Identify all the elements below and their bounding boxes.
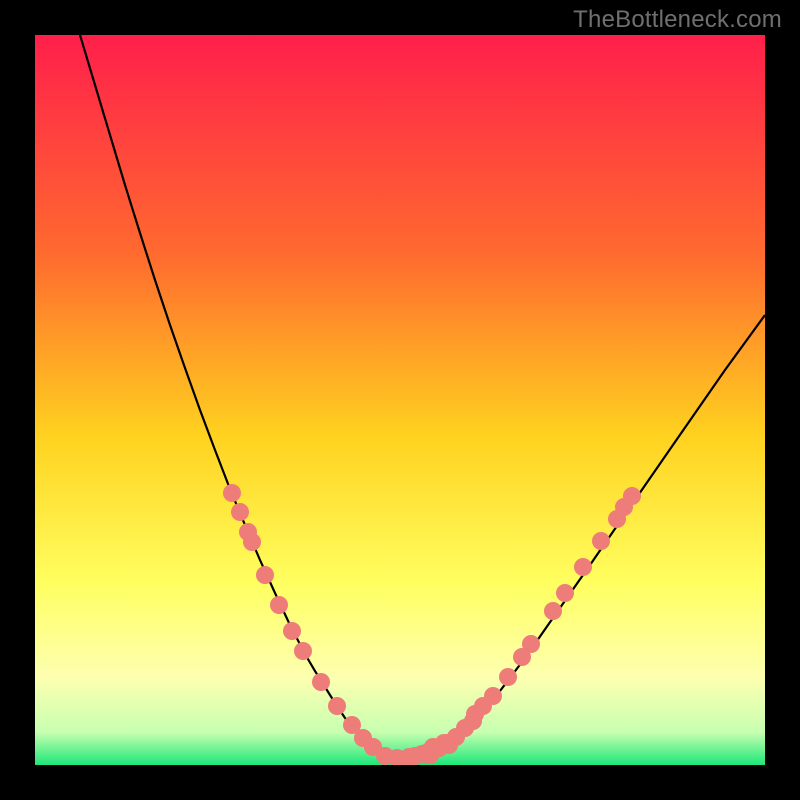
curve-marker [574, 558, 592, 576]
curve-marker [328, 697, 346, 715]
curve-marker [435, 734, 453, 752]
chart-svg [35, 35, 765, 765]
curve-marker [270, 596, 288, 614]
curve-marker [592, 532, 610, 550]
curve-marker [499, 668, 517, 686]
curve-marker [556, 584, 574, 602]
curve-marker [522, 635, 540, 653]
chart-frame: TheBottleneck.com [0, 0, 800, 800]
curve-marker [312, 673, 330, 691]
curve-marker [223, 484, 241, 502]
curve-marker [231, 503, 249, 521]
curve-marker [413, 745, 431, 763]
curve-marker [243, 533, 261, 551]
curve-marker [283, 622, 301, 640]
curve-marker [623, 487, 641, 505]
curve-marker [294, 642, 312, 660]
curve-marker [544, 602, 562, 620]
curve-marker [474, 697, 492, 715]
watermark-text: TheBottleneck.com [573, 6, 782, 34]
gradient-background [35, 35, 765, 765]
curve-marker [256, 566, 274, 584]
plot-area [35, 35, 765, 765]
